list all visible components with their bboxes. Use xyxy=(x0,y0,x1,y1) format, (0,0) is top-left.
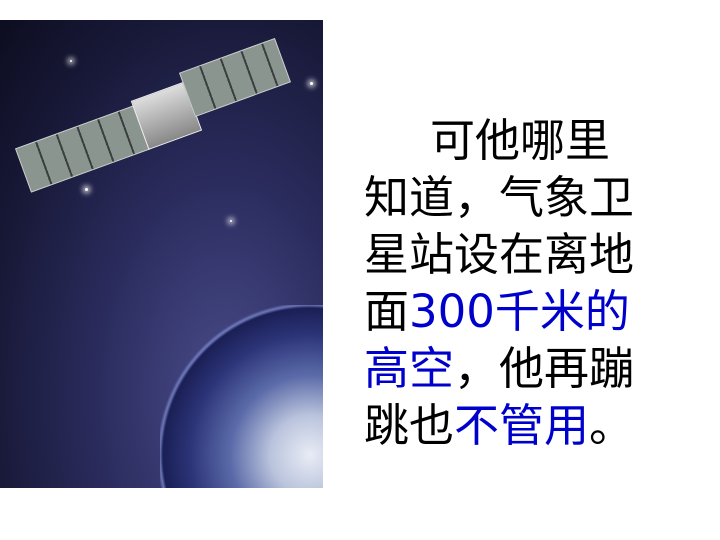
star-icon xyxy=(70,60,72,62)
highlight-text: 高空 xyxy=(364,342,455,395)
text-line: 可他哪里 xyxy=(430,114,611,167)
highlight-text: 不管用 xyxy=(454,399,590,452)
text-line: 面 xyxy=(364,285,410,338)
text-line: 。 xyxy=(589,399,635,452)
earth xyxy=(160,305,323,488)
text-line: ，他再蹦 xyxy=(454,342,635,395)
satellite xyxy=(0,20,305,224)
star-icon xyxy=(310,82,313,85)
satellite-earth-photo xyxy=(0,20,323,488)
star-icon xyxy=(230,220,232,222)
highlight-text: 300千米的 xyxy=(409,285,630,338)
text-line: 知道，气象卫 xyxy=(364,171,635,224)
text-line: 星站设在离地 xyxy=(364,228,635,281)
text-line: 跳也 xyxy=(364,399,455,452)
slide-text: 可他哪里 知道，气象卫 星站设在离地 面300千米的 高空，他再蹦 跳也不管用。 xyxy=(364,112,664,454)
